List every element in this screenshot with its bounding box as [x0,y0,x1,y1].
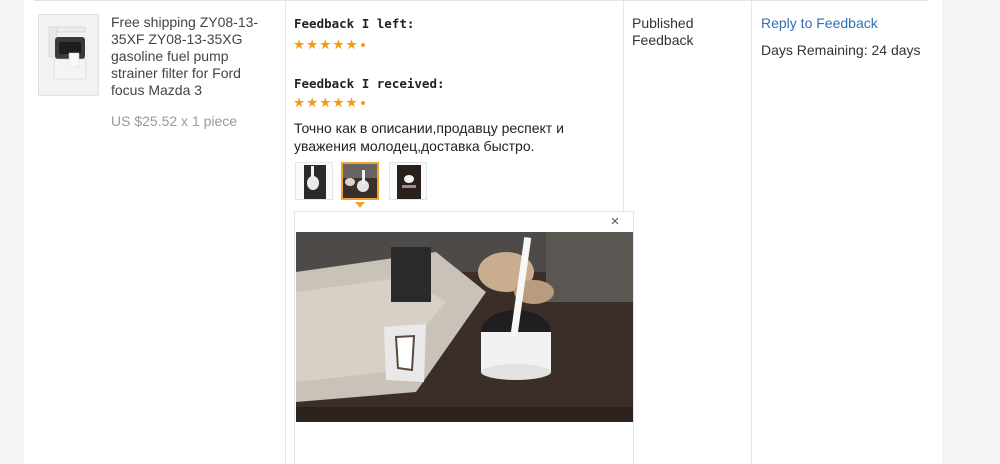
rating-dot-icon [360,101,365,105]
feedback-photo-preview [296,232,633,422]
feedback-status: Published Feedback [632,15,694,48]
feedback-photo-thumb-selected[interactable] [341,162,379,200]
column-divider [751,0,752,464]
star-icon: ★ [319,95,332,110]
product-title[interactable]: Free shipping ZY08-13-35XF ZY08-13-35XG … [111,14,271,99]
selected-photo-caret [355,202,365,208]
product-thumbnail[interactable] [38,14,99,96]
feedback-received-rating: ★ ★ ★ ★ ★ [293,96,365,110]
feedback-left-label: Feedback I left: [294,16,415,31]
star-icon: ★ [319,37,332,52]
reply-to-feedback-link[interactable]: Reply to Feedback [761,15,878,31]
star-icon: ★ [293,37,306,52]
star-icon: ★ [306,37,319,52]
feedback-photo-thumb[interactable] [295,162,333,200]
star-icon: ★ [293,95,306,110]
close-icon[interactable]: × [607,214,623,230]
star-icon: ★ [345,37,358,52]
column-divider [285,0,286,464]
star-icon: ★ [332,95,345,110]
rating-dot-icon [360,43,365,47]
star-icon: ★ [332,37,345,52]
feedback-received-label: Feedback I received: [294,76,445,91]
feedback-comment: Точно как в описании,продавцу респект и … [294,120,564,154]
days-remaining: Days Remaining: 24 days [761,42,921,58]
feedback-photo-thumb[interactable] [389,162,427,200]
star-icon: ★ [345,95,358,110]
star-icon: ★ [306,95,319,110]
feedback-left-rating: ★ ★ ★ ★ ★ [293,38,365,52]
product-price: US $25.52 x 1 piece [111,113,238,129]
row-top-divider [34,0,928,1]
